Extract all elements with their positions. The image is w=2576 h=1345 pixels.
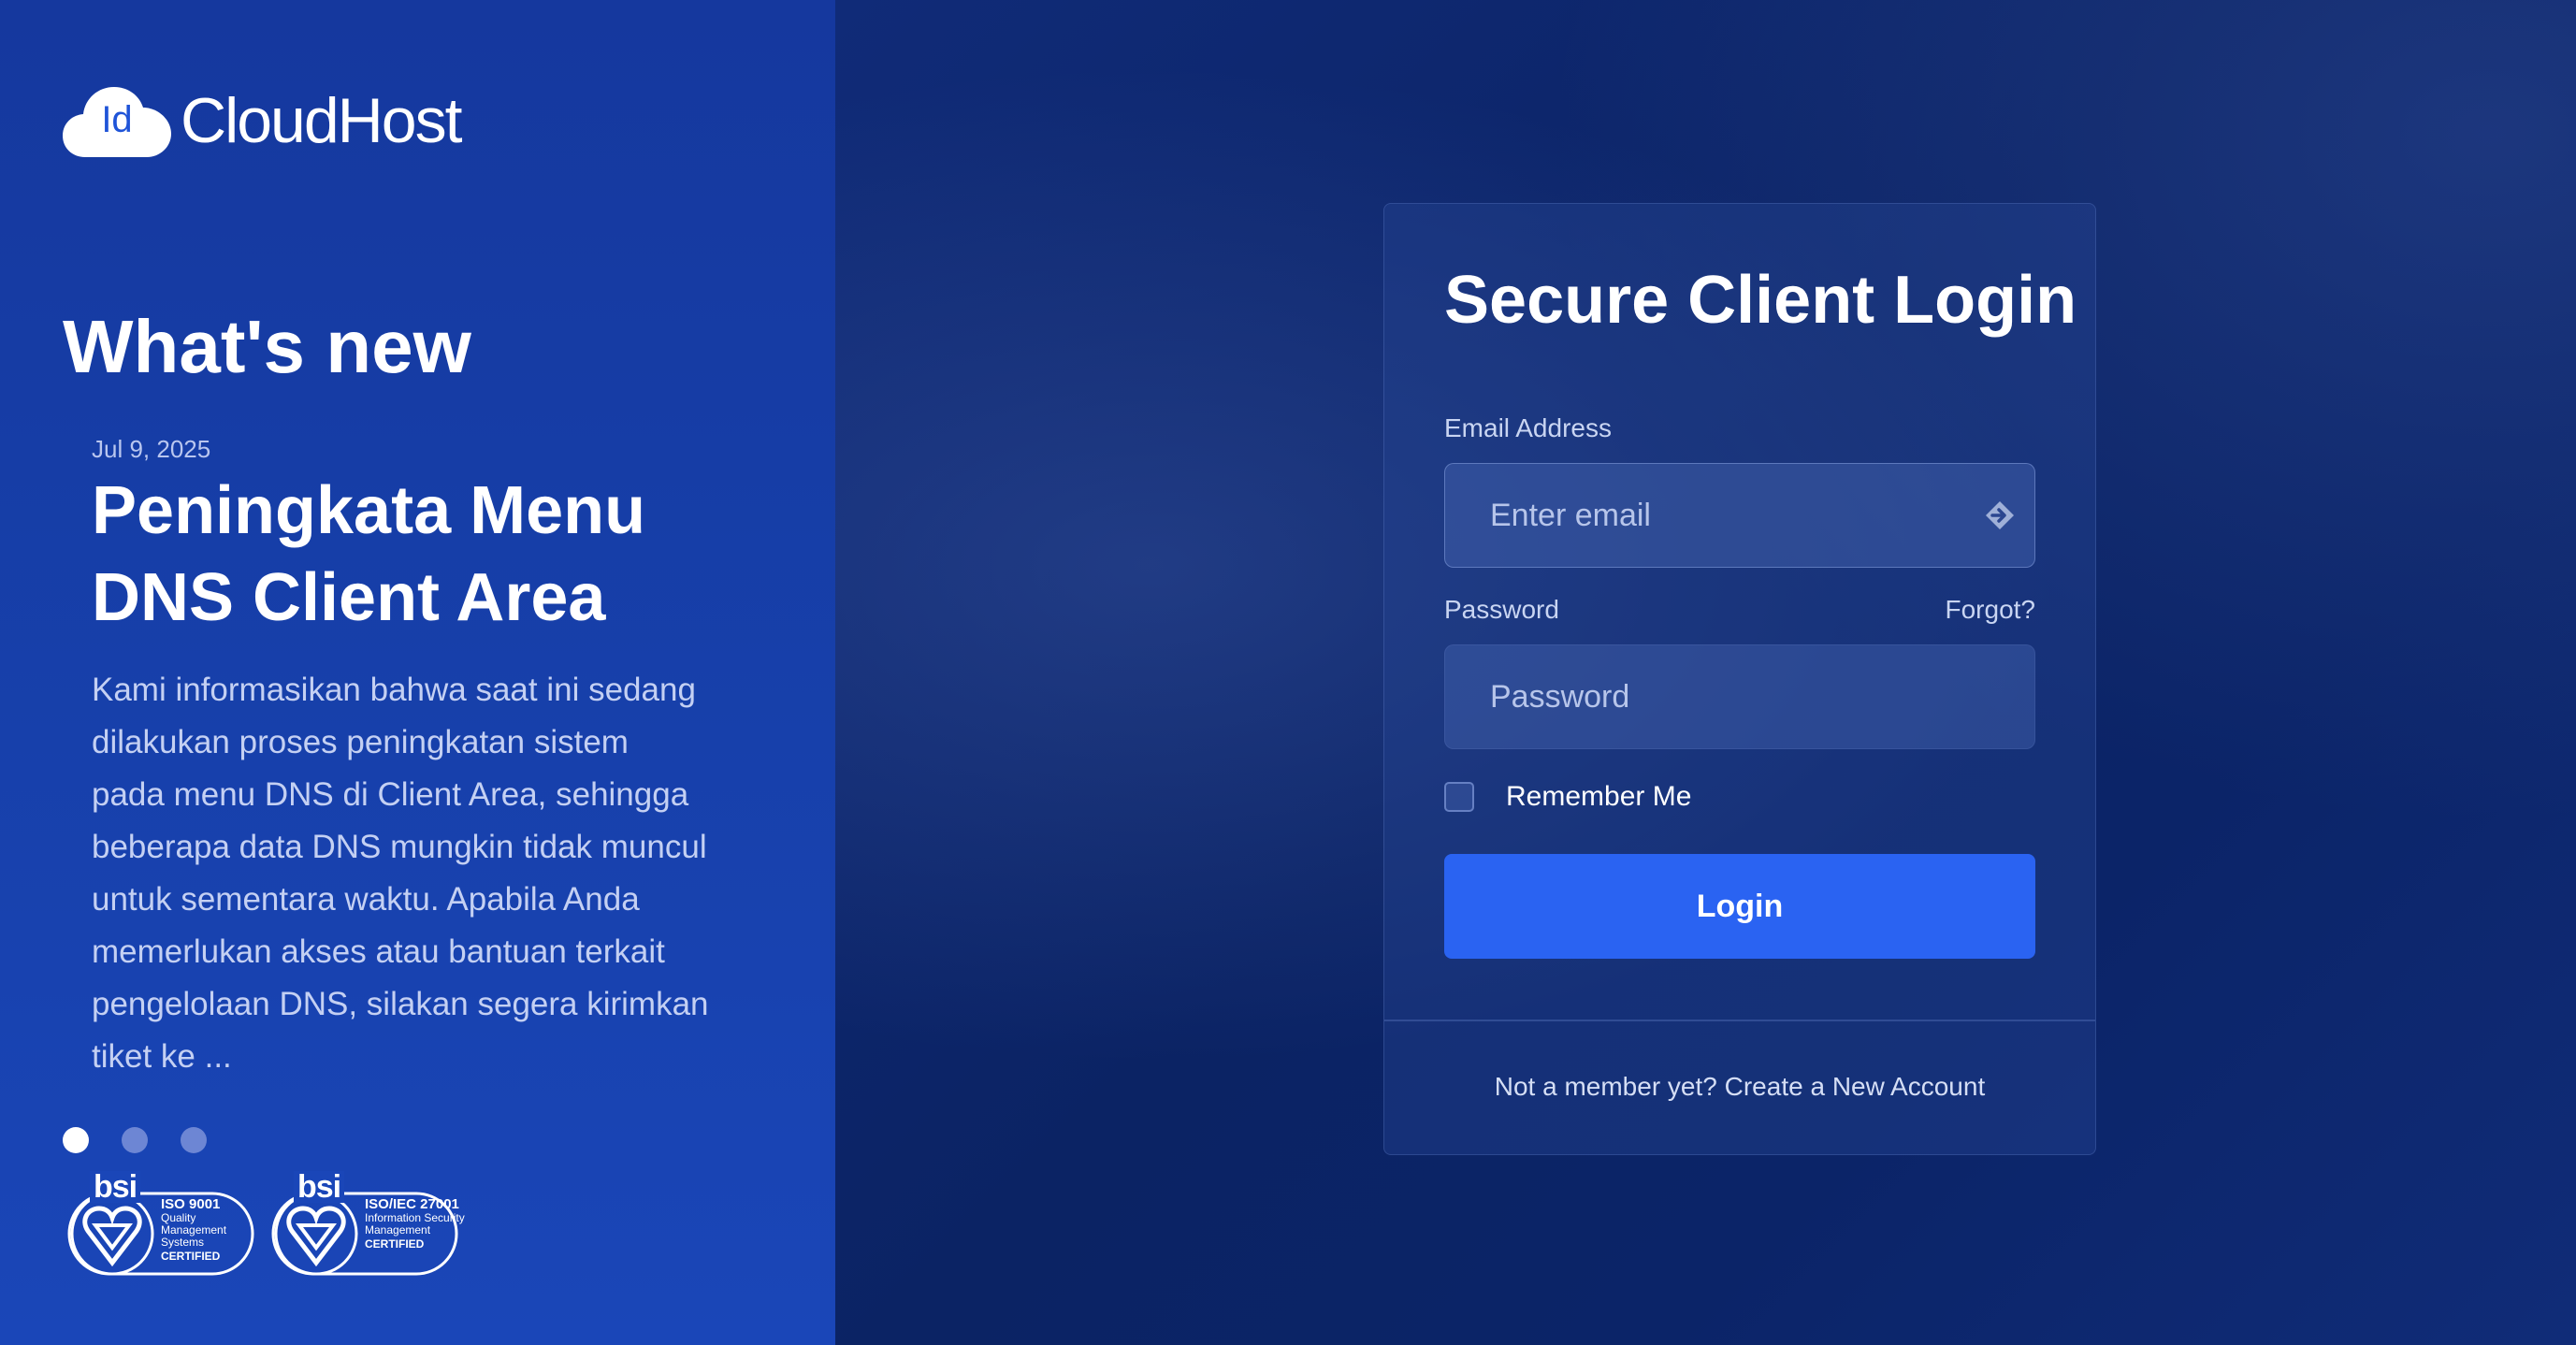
cert-line: Management (365, 1223, 431, 1237)
forgot-password-link[interactable]: Forgot? (1946, 595, 2036, 625)
signup-prompt: Not a member yet? Create a New Account (1384, 1072, 2095, 1102)
certification-badge-iso-9001: bsi ISO 9001 Quality Management Systems … (67, 1171, 254, 1276)
news-body: Kami informasikan bahwa saat ini sedang … (92, 672, 709, 1075)
cert-status: CERTIFIED (161, 1250, 221, 1263)
password-input[interactable] (1444, 644, 2035, 749)
cert-line: Systems (161, 1236, 205, 1249)
email-input[interactable] (1444, 463, 2035, 568)
cert-mark: bsi (90, 1171, 141, 1203)
signup-prompt-text: Not a member yet? (1494, 1072, 1717, 1101)
remember-me-label[interactable]: Remember Me (1506, 781, 1691, 813)
card-divider (1384, 1020, 2095, 1021)
login-title: Secure Client Login (1444, 263, 2077, 338)
certification-badge-iso-27001: bsi ISO/IEC 27001 Information Security M… (271, 1171, 465, 1276)
autofill-key-icon[interactable] (1983, 499, 2017, 532)
cert-mark: bsi (294, 1171, 345, 1203)
login-button[interactable]: Login (1444, 854, 2035, 959)
create-account-link[interactable]: Create a New Account (1725, 1072, 1986, 1101)
brand-name: CloudHost (181, 85, 462, 156)
logo-mark: Id (101, 99, 133, 140)
carousel-dot-1[interactable] (63, 1127, 89, 1153)
password-label: Password (1444, 595, 1559, 624)
remember-me[interactable]: Remember Me (1444, 781, 1691, 813)
login-card: Secure Client Login Email Address Passwo… (1383, 203, 2096, 1155)
news-panel: Id CloudHost What's new Jul 9, 2025 Peni… (0, 0, 835, 1345)
login-panel: Secure Client Login Email Address Passwo… (835, 0, 2576, 1345)
cert-standard: ISO 9001 (161, 1196, 221, 1212)
whats-new-heading: What's new (63, 305, 471, 388)
email-label: Email Address (1444, 413, 1612, 442)
cert-status: CERTIFIED (365, 1237, 425, 1251)
cloud-icon: Id (63, 82, 171, 159)
carousel-dot-2[interactable] (122, 1127, 148, 1153)
news-date: Jul 9, 2025 (92, 435, 211, 463)
news-title[interactable]: Peningkata Menu DNS Client Area (92, 468, 746, 642)
carousel-dot-3[interactable] (181, 1127, 207, 1153)
cert-standard: ISO/IEC 27001 (365, 1196, 459, 1212)
remember-me-checkbox[interactable] (1444, 782, 1474, 812)
carousel-dots (63, 1127, 207, 1153)
brand-logo[interactable]: Id CloudHost (63, 82, 462, 159)
